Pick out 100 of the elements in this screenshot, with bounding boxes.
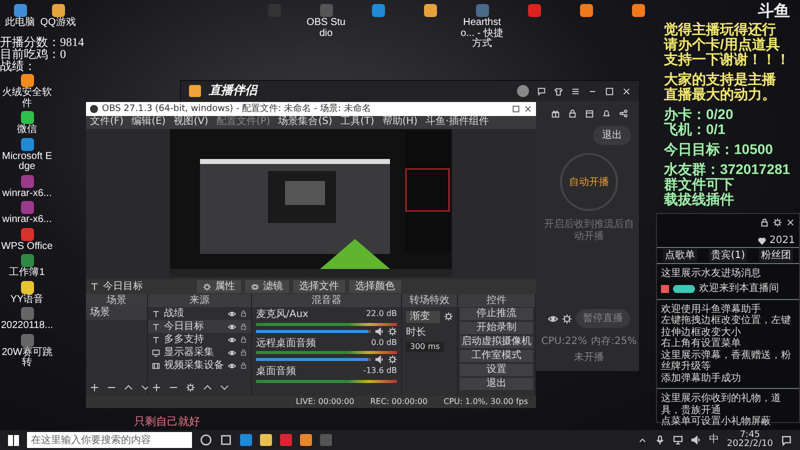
source-item[interactable]: 视频采集设备 <box>148 359 251 372</box>
chevron-up-icon[interactable] <box>638 436 647 444</box>
overlay-text: 战绩： <box>0 60 36 72</box>
eye-icon[interactable] <box>228 336 236 344</box>
share-icon[interactable] <box>618 109 628 118</box>
speaker-icon[interactable] <box>375 355 384 364</box>
watermark-logo: 斗鱼 <box>758 2 790 20</box>
icon-label: Hearthsto... - 快捷方式 <box>460 18 504 50</box>
transition-select[interactable]: 渐变 <box>406 311 440 322</box>
task-view-icon[interactable] <box>220 434 232 446</box>
icon-label: 此电脑 <box>4 18 36 28</box>
icon-label: 工作簿1 <box>8 268 46 278</box>
overlay-text: 群文件可下 <box>664 177 734 192</box>
overlay-text: 目前吃鸡：0 <box>0 48 67 60</box>
settings-icon[interactable] <box>388 326 397 336</box>
microphone-icon[interactable] <box>654 435 665 445</box>
lock-icon[interactable] <box>568 109 576 118</box>
clock-date[interactable]: 2022/2/10 <box>726 440 773 449</box>
overlay-text: 觉得主播玩得还行 <box>664 22 776 37</box>
source-item[interactable]: 战绩 <box>148 307 251 320</box>
source-item[interactable]: 多多支持 <box>148 333 251 346</box>
eye-icon[interactable] <box>228 362 236 370</box>
icon-label: 20220118... <box>0 321 54 332</box>
settings-icon[interactable] <box>562 314 572 324</box>
gift-icon[interactable] <box>550 109 560 118</box>
eye-icon[interactable] <box>228 310 236 318</box>
overlay-text: 办卡：0/20 <box>664 107 734 122</box>
settings-icon[interactable] <box>444 312 453 322</box>
source-item[interactable]: 今日目标 <box>148 320 251 333</box>
volume-reading: 0.0 dB <box>371 338 397 348</box>
add-icon[interactable] <box>152 383 161 392</box>
lock-icon[interactable] <box>760 218 769 227</box>
source-item[interactable]: 显示器采集 <box>148 346 251 359</box>
clock-time[interactable]: 7:45 <box>726 431 773 440</box>
chat-tab[interactable]: 粉丝团 <box>759 248 794 262</box>
menu-item[interactable]: 编辑(E) <box>132 116 166 129</box>
scene-item[interactable]: 场景 <box>86 307 147 320</box>
settings-icon[interactable] <box>186 383 195 392</box>
menu-item[interactable]: 斗鱼·插件组件 <box>426 116 489 129</box>
channel-name: 远程桌面音频 <box>256 338 316 349</box>
eye-icon[interactable] <box>228 348 236 356</box>
control-button[interactable]: 工作室模式 <box>460 350 533 362</box>
menu-item[interactable]: 文件(F) <box>90 116 124 129</box>
menu-item[interactable]: 视图(V) <box>174 116 208 129</box>
chat-tab[interactable]: 贵宾(1) <box>708 248 748 262</box>
toolbar-button[interactable]: 选择文件 <box>293 280 345 293</box>
duration-field[interactable]: 300 ms <box>406 342 444 352</box>
panel-header: 混音器 <box>252 294 401 307</box>
avatar-icon[interactable] <box>517 85 529 97</box>
auto-start-button[interactable]: 自动开播 <box>560 153 618 211</box>
network-icon[interactable] <box>672 435 683 445</box>
text-source-icon <box>152 336 160 344</box>
subtitle-text: 只剩自己就好 <box>134 416 200 429</box>
box-icon[interactable] <box>584 109 594 118</box>
channel-name: 桌面音频 <box>256 366 296 378</box>
cortana-icon[interactable] <box>200 434 212 446</box>
bell-icon[interactable] <box>602 109 610 118</box>
message-text: 这里展示水友进场消息 <box>661 268 762 279</box>
shirt-icon[interactable] <box>554 86 563 96</box>
status-text: REC: 00:00:00 <box>370 397 428 407</box>
control-button[interactable]: 设置 <box>460 364 533 376</box>
overlay-text: 大家的支持是主播 <box>664 72 776 87</box>
move-up-icon[interactable] <box>203 383 212 392</box>
control-button[interactable]: 退出 <box>460 378 533 390</box>
toolbar-button[interactable]: 选择颜色 <box>349 280 401 293</box>
icon-label: OBS Studio <box>306 18 346 39</box>
menu-icon[interactable] <box>571 86 580 96</box>
speaker-icon[interactable] <box>375 326 384 336</box>
control-button[interactable]: 停止推流 <box>460 308 533 320</box>
toolbar-button[interactable]: 属性 <box>197 280 241 293</box>
overlay-text: 飞机：0/1 <box>664 122 726 137</box>
close-icon[interactable] <box>524 105 532 113</box>
control-button[interactable]: 开始录制 <box>460 322 533 334</box>
menu-item[interactable]: 帮助(H) <box>382 116 418 129</box>
app-logo-icon <box>90 105 98 113</box>
like-count: 2021 <box>770 235 795 246</box>
toolbar-button[interactable]: 滤镜 <box>245 280 289 293</box>
move-down-icon[interactable] <box>220 383 229 392</box>
ime-indicator[interactable]: 中 <box>708 434 719 446</box>
settings-icon[interactable] <box>773 218 782 227</box>
settings-icon[interactable] <box>388 355 397 364</box>
speaker-icon[interactable] <box>690 435 701 445</box>
control-button[interactable]: 启动虚拟摄像机 <box>460 336 533 348</box>
menu-item[interactable]: 场景集合(S) <box>278 116 332 129</box>
text-source-icon <box>152 310 160 318</box>
chat-tab[interactable]: 点歌单 <box>662 248 697 262</box>
message-icon[interactable] <box>537 86 546 96</box>
status-text: CPU:22% <box>541 336 588 348</box>
move-up-icon[interactable] <box>124 383 133 392</box>
settings-icon <box>203 282 211 290</box>
exit-button[interactable]: 退出 <box>593 126 631 145</box>
search-field[interactable]: 在这里输入你要搜索的内容 <box>27 432 192 448</box>
panel-header: 场景 <box>86 294 147 307</box>
start-icon[interactable] <box>8 434 19 446</box>
eye-icon[interactable] <box>228 322 236 330</box>
notification-icon[interactable] <box>781 434 792 446</box>
add-icon[interactable] <box>90 383 99 392</box>
menu-item[interactable]: 工具(T) <box>340 116 374 129</box>
maximize-icon[interactable] <box>512 105 520 113</box>
eye-icon[interactable] <box>548 314 558 324</box>
